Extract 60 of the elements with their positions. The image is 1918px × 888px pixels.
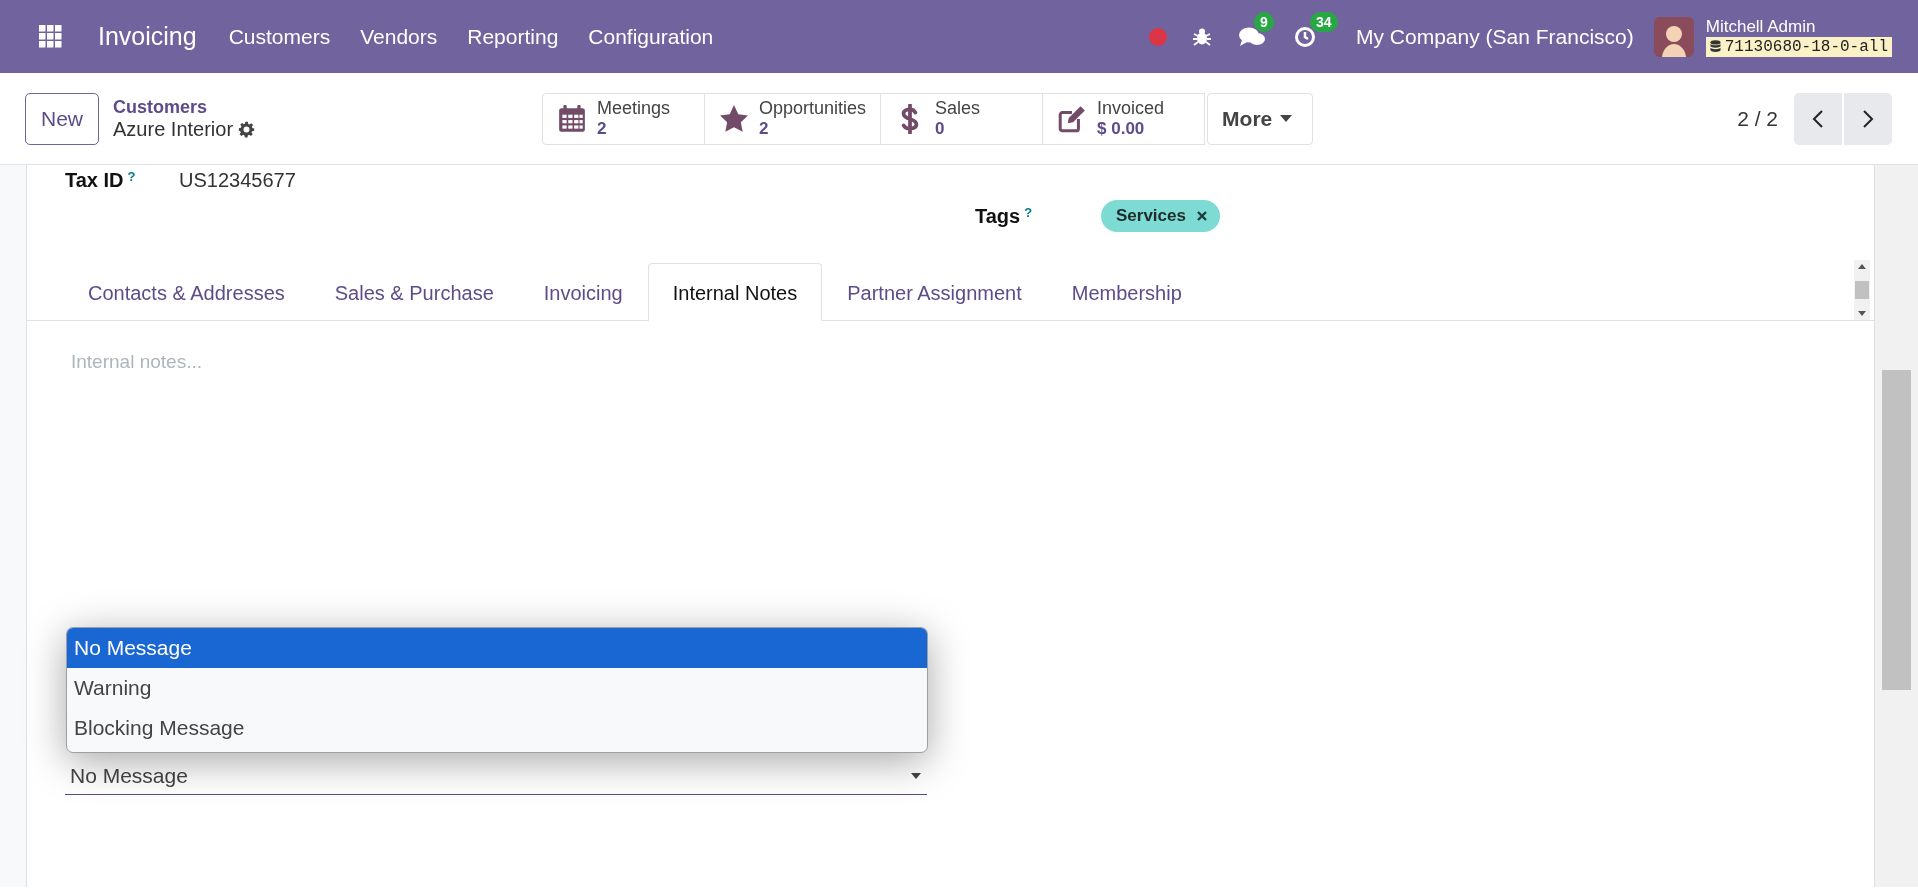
tab[interactable]: Invoicing — [518, 263, 648, 321]
tag: Services — [1101, 200, 1220, 232]
smart-button[interactable]: Invoiced $ 0.00 — [1042, 92, 1206, 145]
bug-icon[interactable] — [1192, 26, 1212, 47]
field-label: Tags — [975, 204, 1021, 228]
smart-button-value: 2 — [759, 119, 770, 139]
menu-item[interactable]: Reporting — [467, 24, 559, 49]
message-select[interactable]: No Message — [65, 758, 927, 795]
star-icon — [719, 103, 749, 134]
smart-button[interactable]: Meetings 2 — [542, 92, 705, 145]
help-tooltip[interactable]: ? — [127, 168, 136, 184]
avatar-icon[interactable] — [1653, 16, 1694, 57]
chat-icon[interactable] — [1238, 25, 1266, 48]
tab[interactable]: Partner Assignment — [822, 263, 1047, 321]
tab[interactable]: Sales & Purchase — [309, 263, 519, 321]
company-switcher[interactable]: My Company (San Francisco) — [1356, 24, 1634, 49]
smart-button-label: Invoiced — [1097, 98, 1165, 119]
record-name: Azure Interior — [113, 117, 234, 141]
smart-button-label: Meetings — [597, 98, 671, 119]
clock-icon[interactable] — [1294, 25, 1316, 48]
message-count-badge: 9 — [1254, 11, 1274, 32]
chevron-right-icon — [1862, 108, 1874, 129]
smart-button[interactable]: Opportunities 2 — [704, 92, 882, 145]
remove-icon[interactable] — [1195, 210, 1208, 222]
chevron-left-icon — [1812, 108, 1824, 129]
smart-button-value: 2 — [597, 119, 608, 139]
menu-item[interactable]: Configuration — [588, 24, 714, 49]
smart-button-label: Sales — [935, 98, 981, 119]
app-name[interactable]: Invoicing — [98, 22, 197, 51]
field-label: Tax ID — [65, 168, 124, 192]
database-icon — [1709, 40, 1721, 53]
dropdown-option[interactable]: No Message — [67, 628, 927, 668]
menu-item[interactable]: Vendors — [360, 24, 438, 49]
tab[interactable]: Contacts & Addresses — [63, 263, 310, 321]
more-button[interactable]: More — [1207, 92, 1314, 145]
smart-button-value: $ 0.00 — [1097, 119, 1146, 139]
database-label: 71130680-18-0-all — [1705, 36, 1892, 57]
breadcrumb-link[interactable]: Customers — [113, 96, 256, 118]
activity-count-badge: 34 — [1310, 11, 1338, 32]
tab[interactable]: Membership — [1046, 263, 1207, 321]
edit-icon — [1057, 103, 1088, 134]
field-value: US12345677 — [179, 168, 296, 192]
apps-menu-icon[interactable] — [39, 25, 62, 48]
smart-button[interactable]: Sales 0 — [880, 92, 1044, 145]
page-scrollbar[interactable] — [1875, 165, 1918, 887]
help-tooltip[interactable]: ? — [1024, 204, 1033, 220]
menu-item[interactable]: Customers — [228, 24, 331, 49]
smart-button-label: Opportunities — [759, 98, 867, 119]
gear-icon[interactable] — [238, 120, 256, 138]
user-name[interactable]: Mitchell Admin — [1705, 16, 1892, 37]
dropdown-option[interactable]: Warning — [67, 668, 927, 708]
caret-icon — [911, 773, 921, 779]
dropdown-option[interactable]: Blocking Message — [67, 708, 927, 748]
tab[interactable]: Internal Notes — [647, 263, 823, 321]
tabs-scrollbar[interactable] — [1854, 260, 1870, 320]
caret-icon — [1280, 115, 1293, 122]
calendar-icon — [557, 103, 587, 134]
new-button[interactable]: New — [25, 92, 99, 145]
pager-value: 2 / 2 — [1737, 106, 1778, 131]
smart-button-value: 0 — [935, 119, 946, 139]
